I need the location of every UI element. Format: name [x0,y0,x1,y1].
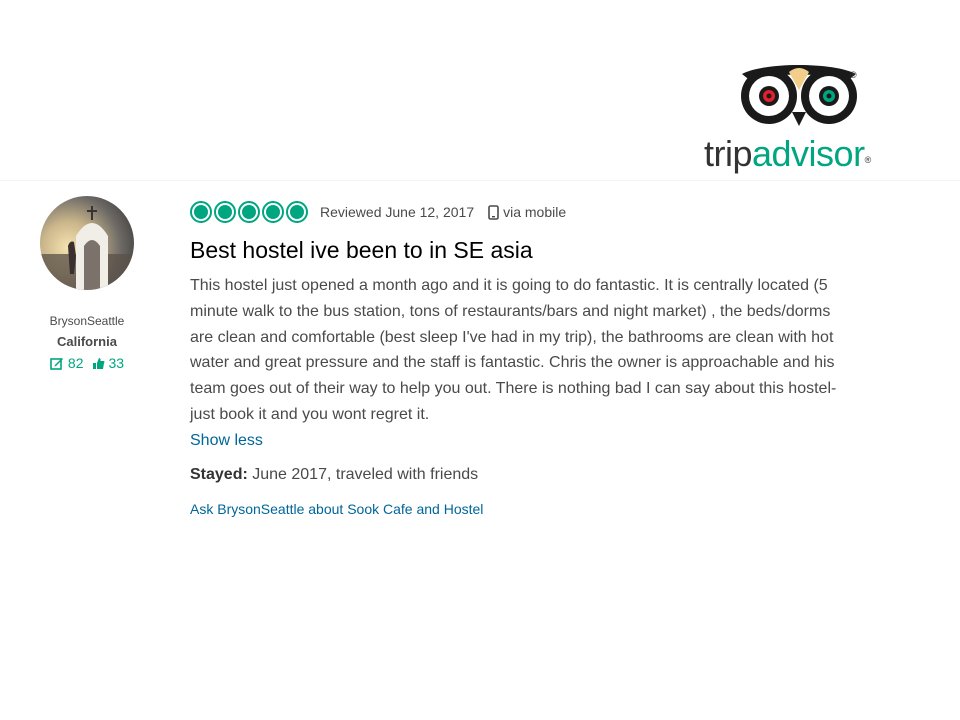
review-count: 82 [67,355,84,371]
via-mobile-label: via mobile [503,204,567,220]
owl-logo-icon [741,65,857,126]
helpful-votes-count: 33 [108,355,125,371]
logo-trip-text: trip [704,133,753,174]
registered-mark: ® [864,155,872,165]
mobile-phone-icon [488,204,499,220]
rating-bubble-icon [238,201,260,223]
reviewer-stats: 82 33 [20,355,154,371]
stayed-info: Stayed: June 2017, traveled with friends [190,466,850,484]
reviewer-username[interactable]: BrysonSeattle [20,314,154,328]
user-avatar-photo-icon [40,196,134,290]
review-date: Reviewed June 12, 2017 [320,204,475,220]
thumbs-up-icon [92,357,104,369]
rating-bubble-icon [262,201,284,223]
review-card: Reviewed June 12, 2017 via mobile Best h… [190,198,850,519]
reviewer-location: California [57,334,117,349]
ask-reviewer-link[interactable]: Ask BrysonSeattle about Sook Cafe and Ho… [190,501,483,517]
avatar[interactable] [40,196,134,290]
pencil-icon [50,358,63,370]
rating-row: Reviewed June 12, 2017 via mobile [190,198,850,226]
rating-bubble-icon [190,201,212,223]
rating-bubble-icon [214,201,236,223]
stayed-value: June 2017, traveled with friends [247,465,479,483]
review-body: This hostel just opened a month ago and … [190,277,837,423]
header-divider [0,180,960,181]
logo-wordmark: tripadvisor® [704,134,871,174]
tripadvisor-logo: ® tripadvisor® [704,60,884,180]
rating-bubble-icon [286,201,308,223]
stayed-label: Stayed: [190,465,248,483]
review-title[interactable]: Best hostel ive been to in SE asia [190,236,850,264]
show-less-link[interactable]: Show less [190,432,263,450]
bubble-rating [190,201,308,223]
logo-advisor-text: advisor [752,133,865,174]
registered-mark: ® [850,70,857,80]
reviewer-info: BrysonSeattle California 82 33 [20,196,154,371]
